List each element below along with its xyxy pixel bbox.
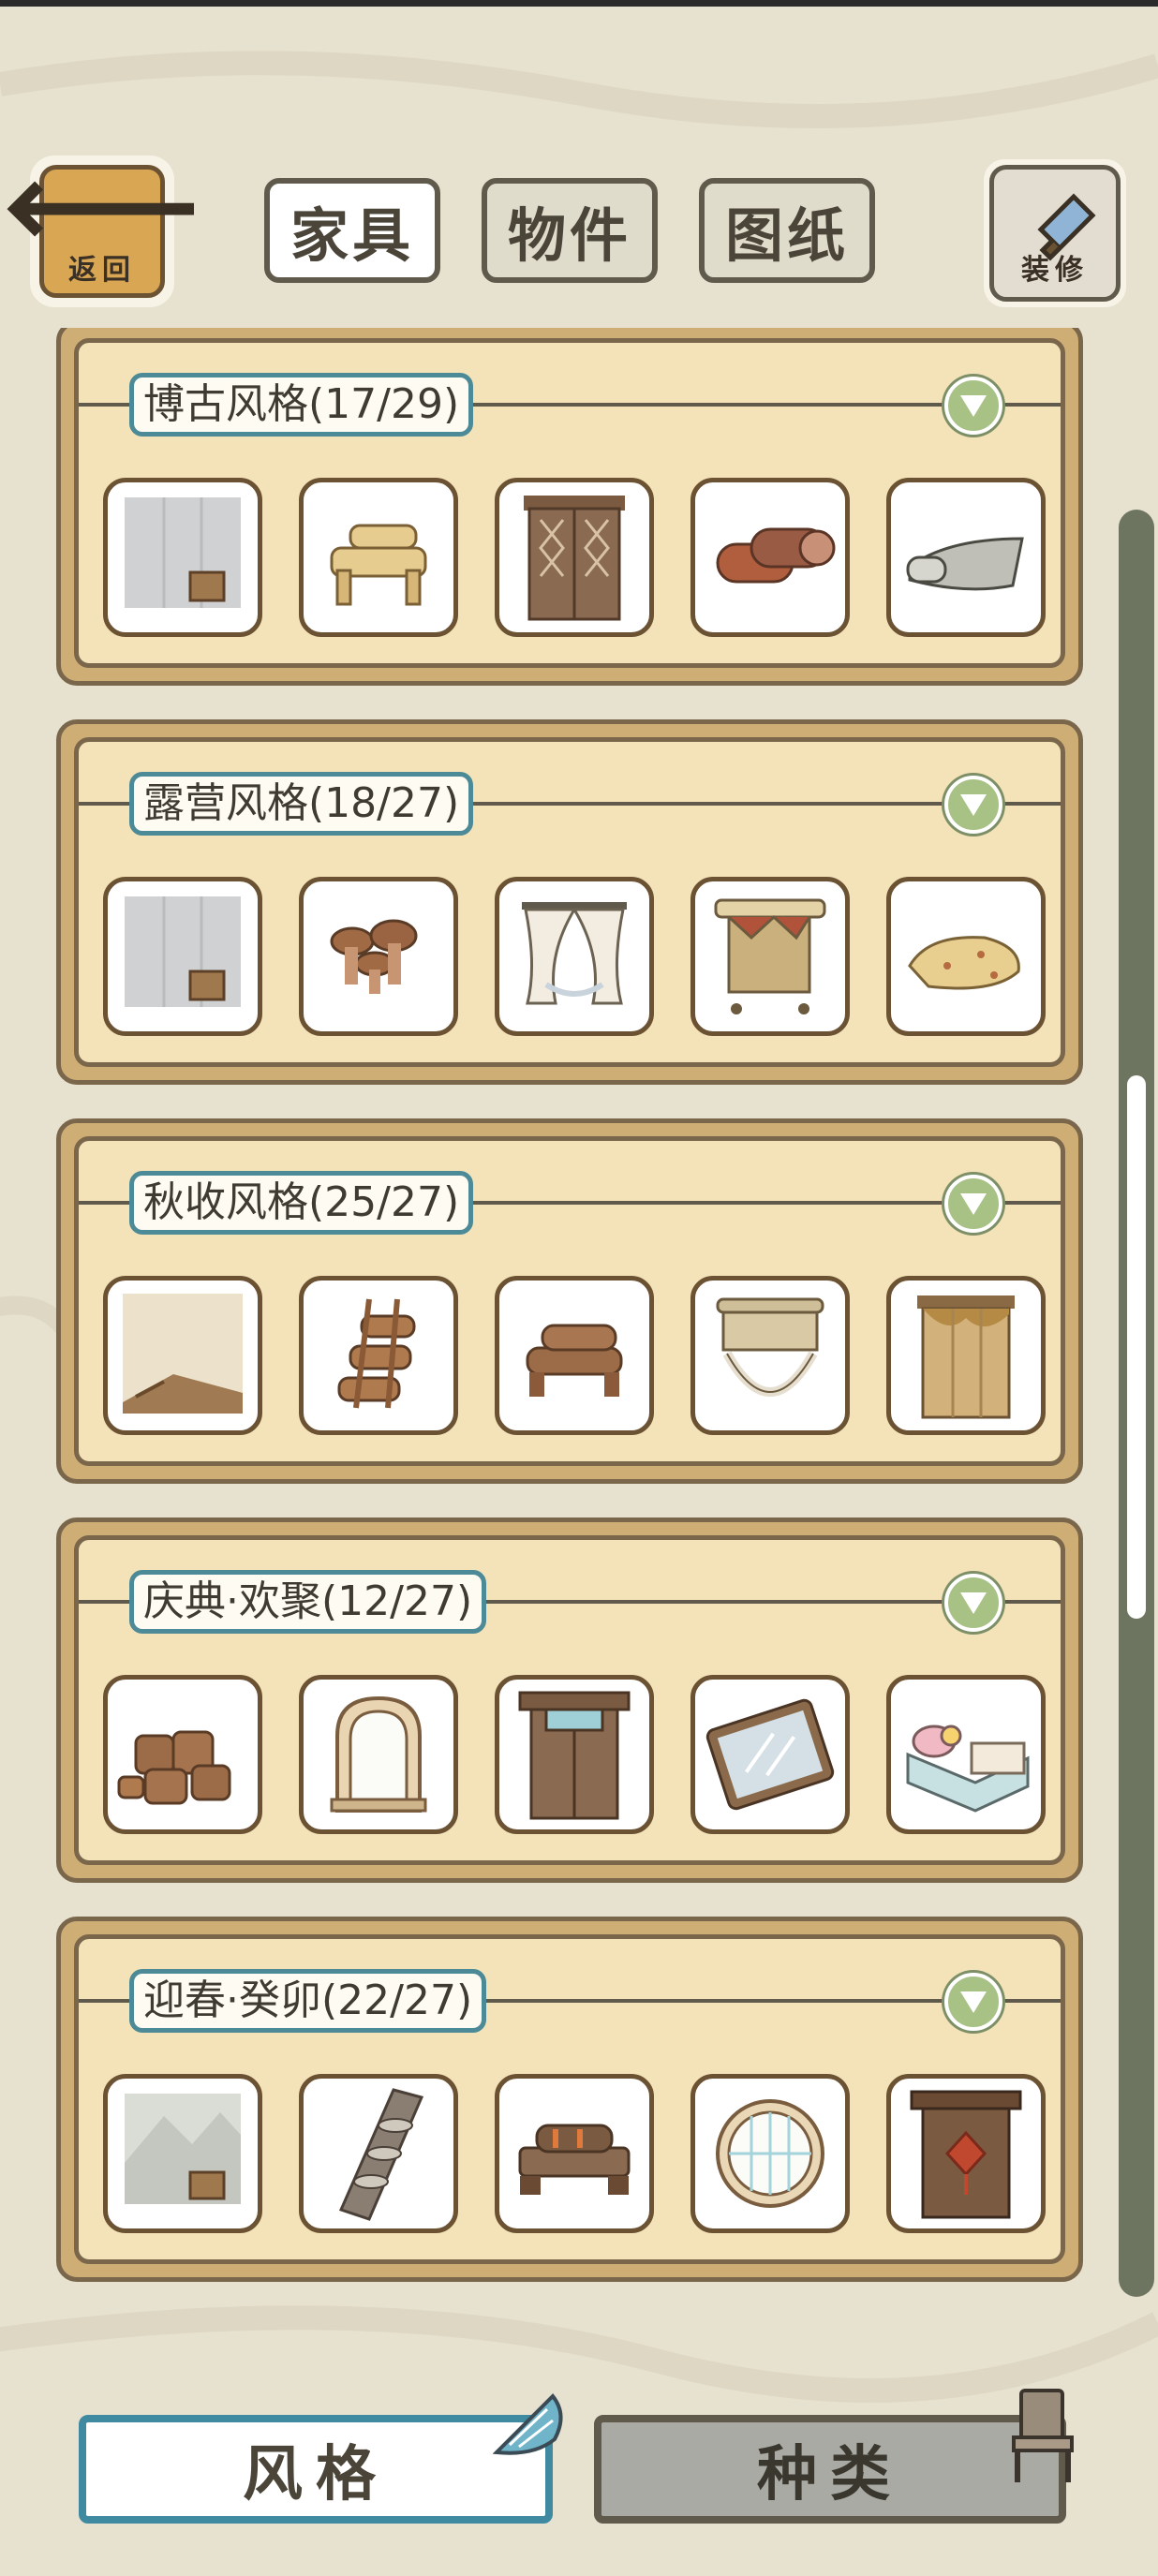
collapse-toggle-icon[interactable] <box>944 1175 1002 1233</box>
mushroom-stools-icon[interactable] <box>299 877 458 1036</box>
style-set-card: 庆典·欢聚(12/27) <box>56 1517 1083 1883</box>
style-set-card: 博古风格(17/29) <box>56 328 1083 686</box>
tab-furniture[interactable]: 家具 <box>264 178 440 283</box>
log-bench-icon[interactable] <box>299 478 458 637</box>
tab-blueprints[interactable]: 图纸 <box>699 178 875 283</box>
back-arrow-icon: 🡐 <box>2 166 201 250</box>
lattice-door-icon[interactable] <box>495 478 654 637</box>
collapse-toggle-icon[interactable] <box>944 1973 1002 2031</box>
decorate-button[interactable]: 装修 <box>984 159 1126 307</box>
bed-icon[interactable] <box>886 1675 1046 1834</box>
shelf-ladder-icon[interactable] <box>299 2074 458 2233</box>
style-set-card: 秋收风格(25/27) <box>56 1118 1083 1484</box>
curtain-window-icon[interactable] <box>495 877 654 1036</box>
banner-rack-icon[interactable] <box>690 877 850 1036</box>
round-window-icon[interactable] <box>690 2074 850 2233</box>
style-set-title: 迎春·癸卯(22/27) <box>129 1969 487 2033</box>
style-set-list[interactable]: 博古风格(17/29) 露营风格(18/27) 秋收风格(25/27) 庆典·欢… <box>0 328 1106 2295</box>
log-stove-icon[interactable] <box>495 2074 654 2233</box>
collapse-toggle-icon[interactable] <box>944 776 1002 834</box>
mirror-frame-icon[interactable] <box>690 1675 850 1834</box>
style-set-title: 博古风格(17/29) <box>129 373 474 437</box>
wall-panel-icon[interactable] <box>103 877 262 1036</box>
collapse-toggle-icon[interactable] <box>944 1574 1002 1632</box>
style-set-card: 露营风格(18/27) <box>56 719 1083 1085</box>
tab-objects[interactable]: 物件 <box>482 178 658 283</box>
knot-door-icon[interactable] <box>886 2074 1046 2233</box>
wooden-door-icon[interactable] <box>495 1675 654 1834</box>
arched-window-icon[interactable] <box>299 1675 458 1834</box>
wall-panel-icon[interactable] <box>103 478 262 637</box>
log-bench-icon[interactable] <box>495 1276 654 1435</box>
collapse-toggle-icon[interactable] <box>944 377 1002 435</box>
style-set-title: 秋收风格(25/27) <box>129 1171 474 1235</box>
tab-style[interactable]: 风格 <box>79 2415 553 2524</box>
log-ladder-icon[interactable] <box>299 1276 458 1435</box>
mountain-wallpaper-icon[interactable] <box>103 2074 262 2233</box>
style-set-title: 露营风格(18/27) <box>129 772 474 836</box>
barrels-icon[interactable] <box>103 1675 262 1834</box>
beige-wallpaper-icon[interactable] <box>103 1276 262 1435</box>
scrollbar[interactable] <box>1119 510 1154 2297</box>
rolled-rug-icon[interactable] <box>690 478 850 637</box>
tab-category[interactable]: 种类 <box>594 2415 1066 2524</box>
style-set-title: 庆典·欢聚(12/27) <box>129 1570 487 1634</box>
shell-icon <box>492 2393 563 2455</box>
back-label: 返回 <box>68 254 136 287</box>
scrollbar-thumb[interactable] <box>1127 1075 1146 1619</box>
chair-icon <box>1012 2389 1074 2482</box>
paint-brush-icon <box>1037 193 1096 261</box>
scroll-icon[interactable] <box>886 478 1046 637</box>
back-button[interactable]: 🡐 返回 <box>2 159 202 303</box>
hay-door-icon[interactable] <box>886 1276 1046 1435</box>
roller-blind-icon[interactable] <box>690 1276 850 1435</box>
style-set-card: 迎春·癸卯(22/27) <box>56 1917 1083 2282</box>
sleeping-bag-icon[interactable] <box>886 877 1046 1036</box>
